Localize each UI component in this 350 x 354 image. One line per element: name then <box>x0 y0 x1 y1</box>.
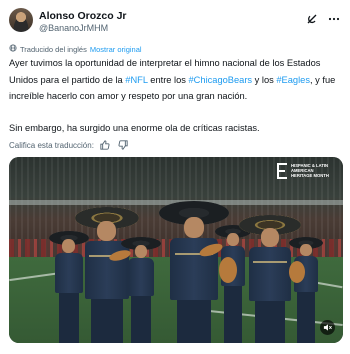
text-segment: y los <box>252 74 277 85</box>
thumbs-up-icon[interactable] <box>98 138 112 152</box>
header-actions <box>305 12 341 26</box>
broadcast-logo-text: HISPANIC & LATIN AMERICAN HERITAGE MONTH <box>291 163 329 178</box>
tweet-card: Alonso Orozco Jr @BananoJrMHM Traducido … <box>0 0 350 354</box>
mariachi-performer <box>289 237 323 343</box>
thumbs-down-icon[interactable] <box>116 138 130 152</box>
performer-legs <box>255 301 285 343</box>
show-original-link[interactable]: Mostrar original <box>90 45 142 54</box>
grok-icon[interactable] <box>305 12 319 26</box>
performer-legs <box>131 296 151 343</box>
performer-head <box>62 239 75 253</box>
performer-jacket <box>249 247 291 301</box>
tweet-text: Ayer tuvimos la oportunidad de interpret… <box>9 55 341 136</box>
avatar[interactable] <box>9 8 33 32</box>
rate-translation: Califica esta traducción: <box>9 138 130 152</box>
performer-head <box>300 244 312 256</box>
translation-label: Traducido del inglés <box>20 44 87 54</box>
speaker-muted-icon <box>323 319 332 337</box>
broadcast-logo-mark <box>277 163 287 179</box>
performer-head <box>135 245 147 258</box>
author-handle[interactable]: @BananoJrMHM <box>39 22 127 34</box>
jacket-trim <box>253 261 287 263</box>
performer-head <box>227 233 239 246</box>
text-segment: entre los <box>147 74 189 85</box>
tweet-paragraph-2: Sin embargo, ha surgido una enorme ola d… <box>9 122 260 133</box>
guitar <box>219 257 237 283</box>
translation-notice: Traducido del inglés Mostrar original <box>9 44 142 54</box>
performer-head <box>97 221 116 241</box>
performer-jacket <box>128 258 154 296</box>
hashtag-nfl[interactable]: #NFL <box>125 75 147 85</box>
hashtag-eagles[interactable]: #Eagles <box>276 75 310 85</box>
tweet-paragraph-1: Ayer tuvimos la oportunidad de interpret… <box>9 55 341 105</box>
tweet-header: Alonso Orozco Jr @BananoJrMHM <box>9 6 341 36</box>
performer-head <box>261 228 279 247</box>
performer-legs <box>177 300 211 343</box>
hashtag-chicagobears[interactable]: #ChicagoBears <box>189 75 253 85</box>
broadcast-logo: HISPANIC & LATIN AMERICAN HERITAGE MONTH <box>277 163 329 179</box>
globe-icon <box>9 44 17 54</box>
author-info[interactable]: Alonso Orozco Jr @BananoJrMHM <box>39 10 127 34</box>
mariachi-performer <box>121 237 161 343</box>
more-icon[interactable] <box>327 12 341 26</box>
performer-legs <box>91 299 123 343</box>
performer-head <box>184 217 204 238</box>
video-player[interactable]: HISPANIC & LATIN AMERICAN HERITAGE MONTH <box>9 157 343 343</box>
guitar <box>289 261 305 283</box>
mute-button[interactable] <box>320 320 335 335</box>
performer-legs <box>297 292 315 343</box>
rate-translation-label: Califica esta traducción: <box>9 140 94 150</box>
author-display-name[interactable]: Alonso Orozco Jr <box>39 10 127 22</box>
